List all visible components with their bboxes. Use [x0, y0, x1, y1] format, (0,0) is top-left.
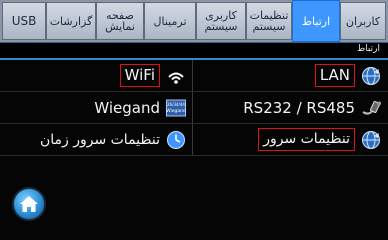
- wifi-item[interactable]: WiFi: [0, 60, 193, 91]
- rs232-label: RS232 / RS485: [243, 98, 355, 117]
- home-icon: [20, 196, 38, 212]
- tab-system-user[interactable]: کاربری سیستم: [196, 2, 246, 40]
- server-settings-label: تنظیمات سرور: [258, 128, 355, 151]
- home-button[interactable]: [12, 187, 46, 221]
- globe-icon: [362, 130, 380, 149]
- server-settings-item[interactable]: تنظیمات سرور: [194, 124, 387, 155]
- lan-item[interactable]: LAN: [194, 60, 387, 91]
- tab-usb[interactable]: USB: [2, 2, 46, 40]
- tab-display[interactable]: صفحه نمایش: [96, 2, 144, 40]
- rs232-item[interactable]: RS232 / RS485: [194, 92, 387, 123]
- time-server-item[interactable]: تنظیمات سرور زمان: [0, 124, 193, 155]
- tab-bar: USB گزارشات صفحه نمایش ترمینال کاربری سی…: [0, 0, 388, 42]
- section-title: ارتباط: [356, 44, 380, 54]
- settings-grid: WiFi LAN Wiegand 26/34/44 Wiegand RS232 …: [0, 60, 388, 156]
- wiegand-icon: 26/34/44 Wiegand: [166, 99, 186, 116]
- settings-row: WiFi LAN: [0, 60, 388, 92]
- settings-row: Wiegand 26/34/44 Wiegand RS232 / RS485: [0, 92, 388, 124]
- tab-users[interactable]: کاربران: [340, 2, 386, 40]
- wifi-icon: [168, 72, 184, 84]
- tab-terminal[interactable]: ترمینال: [144, 2, 196, 40]
- tab-communication[interactable]: ارتباط: [292, 0, 340, 42]
- serial-cable-icon: [362, 100, 381, 115]
- section-header: ارتباط: [0, 42, 388, 60]
- settings-row: تنظیمات سرور زمان تنظیمات سرور: [0, 124, 388, 156]
- tab-reports[interactable]: گزارشات: [46, 2, 96, 40]
- wiegand-item[interactable]: Wiegand 26/34/44 Wiegand: [0, 92, 193, 123]
- clock-icon: [167, 130, 185, 149]
- wiegand-label: Wiegand: [94, 98, 160, 117]
- svg-text:Wiegand: Wiegand: [166, 108, 186, 114]
- time-server-label: تنظیمات سرور زمان: [39, 131, 160, 148]
- tab-system-settings[interactable]: تنظیمات سیستم: [246, 2, 292, 40]
- globe-icon: [362, 66, 380, 85]
- svg-text:26/34/44: 26/34/44: [167, 102, 185, 107]
- wifi-label: WiFi: [119, 64, 160, 87]
- lan-label: LAN: [314, 64, 355, 87]
